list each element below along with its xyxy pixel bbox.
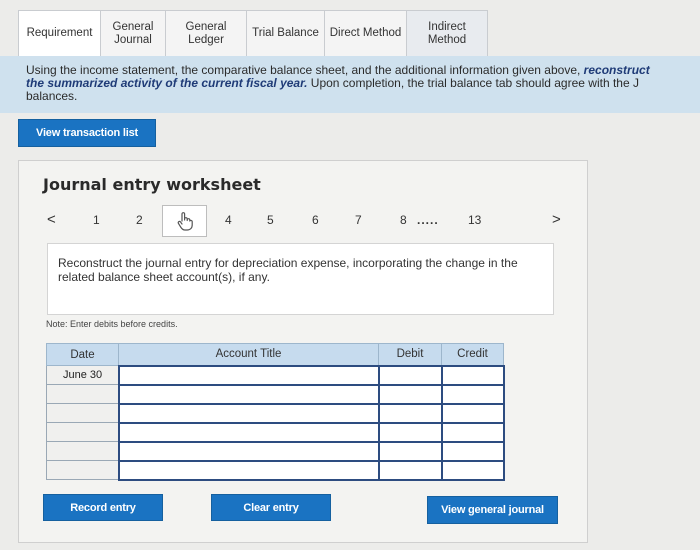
page-5[interactable]: 5 <box>267 213 274 227</box>
tab-requirement[interactable]: Requirement <box>18 10 101 56</box>
table-row <box>46 421 505 443</box>
instructions-text: balances. <box>26 89 78 103</box>
date-cell <box>46 384 119 404</box>
column-header-credit: Credit <box>441 343 504 366</box>
debit-input[interactable] <box>377 459 443 481</box>
credit-input[interactable] <box>440 440 505 462</box>
credit-input[interactable] <box>440 421 505 443</box>
credit-input[interactable] <box>440 402 505 424</box>
account-title-input[interactable] <box>117 383 380 405</box>
account-title-input[interactable] <box>117 402 380 424</box>
page-6[interactable]: 6 <box>312 213 319 227</box>
tab-trial-balance[interactable]: Trial Balance <box>246 10 325 56</box>
tab-general-ledger[interactable]: General Ledger <box>165 10 247 56</box>
credit-input[interactable] <box>440 364 505 386</box>
debit-input[interactable] <box>377 364 443 386</box>
journal-entry-worksheet: Journal entry worksheet < 1 2 4 5 6 7 8 … <box>18 160 588 543</box>
tab-general-journal[interactable]: General Journal <box>100 10 166 56</box>
page-1[interactable]: 1 <box>93 213 100 227</box>
tab-label: General Journal <box>112 20 154 46</box>
date-cell: June 30 <box>46 365 119 385</box>
next-page-button[interactable]: > <box>552 211 561 228</box>
debit-input[interactable] <box>377 402 443 424</box>
table-row: June 30 <box>46 364 505 386</box>
view-general-journal-button[interactable]: View general journal <box>427 496 558 524</box>
page-4[interactable]: 4 <box>225 213 232 227</box>
table-header-row: Date Account Title Debit Credit <box>46 343 504 366</box>
column-header-account-title: Account Title <box>118 343 379 366</box>
page-current[interactable] <box>162 205 207 237</box>
tab-bar: Requirement General Journal General Ledg… <box>18 10 488 56</box>
entry-note: Note: Enter debits before credits. <box>46 319 178 329</box>
record-entry-button[interactable]: Record entry <box>43 494 163 521</box>
page-8[interactable]: 8 <box>400 213 407 227</box>
tab-label: Requirement <box>26 27 93 39</box>
credit-input[interactable] <box>440 459 505 481</box>
clear-entry-button[interactable]: Clear entry <box>211 494 331 521</box>
column-header-date: Date <box>46 343 119 366</box>
prev-page-button[interactable]: < <box>47 211 56 228</box>
account-title-input[interactable] <box>117 459 380 481</box>
tab-direct-method[interactable]: Direct Method <box>324 10 407 56</box>
entry-description: Reconstruct the journal entry for deprec… <box>47 243 554 315</box>
tab-label: Direct Method <box>329 27 402 39</box>
account-title-input[interactable] <box>117 421 380 443</box>
entry-pager: < 1 2 4 5 6 7 8 ..... 13 > <box>19 205 589 239</box>
instructions-banner: Using the income statement, the comparat… <box>0 56 700 113</box>
journal-entry-table: Date Account Title Debit Credit June 30 <box>46 343 505 481</box>
date-cell <box>46 403 119 423</box>
hand-pointer-icon <box>177 212 193 231</box>
table-row <box>46 459 505 481</box>
table-row <box>46 383 505 405</box>
page-7[interactable]: 7 <box>355 213 362 227</box>
account-title-input[interactable] <box>117 364 380 386</box>
tab-label: General Ledger <box>185 20 227 46</box>
debit-input[interactable] <box>377 421 443 443</box>
credit-input[interactable] <box>440 383 505 405</box>
column-header-debit: Debit <box>378 343 442 366</box>
instructions-emphasis: reconstruct <box>583 63 650 77</box>
page-ellipsis: ..... <box>417 213 439 227</box>
page-13[interactable]: 13 <box>468 213 481 227</box>
debit-input[interactable] <box>377 440 443 462</box>
account-title-input[interactable] <box>117 440 380 462</box>
page-2[interactable]: 2 <box>136 213 143 227</box>
worksheet-title: Journal entry worksheet <box>43 175 261 194</box>
instructions-emphasis: the summarized activity of the current f… <box>26 76 308 90</box>
debit-input[interactable] <box>377 383 443 405</box>
date-cell <box>46 422 119 442</box>
date-cell <box>46 441 119 461</box>
date-cell <box>46 460 119 480</box>
table-row <box>46 440 505 462</box>
tab-label: Trial Balance <box>252 27 319 39</box>
view-transaction-list-button[interactable]: View transaction list <box>18 119 156 147</box>
instructions-text: Upon completion, the trial balance tab s… <box>307 76 639 90</box>
instructions-text: Using the income statement, the comparat… <box>26 63 584 77</box>
tab-indirect-method[interactable]: Indirect Method <box>406 10 488 56</box>
tab-label: Indirect Method <box>427 20 467 46</box>
table-row <box>46 402 505 424</box>
